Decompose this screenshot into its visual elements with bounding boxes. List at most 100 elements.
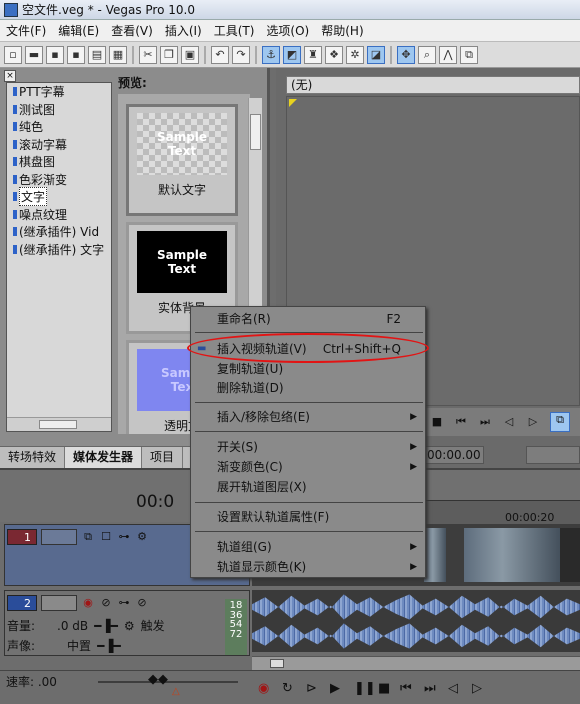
menu-item-switches[interactable]: 开关(S) ▶ xyxy=(191,437,425,457)
previous-frame-icon[interactable]: ◁ xyxy=(448,681,458,696)
go-to-start-icon[interactable]: ⏮ xyxy=(400,681,412,696)
ignore-grouping-icon[interactable]: ❖ xyxy=(325,45,343,64)
menu-options[interactable]: 选项(O) xyxy=(260,20,315,42)
snap-icon[interactable]: ⚓ xyxy=(262,45,280,64)
redo-icon[interactable]: ↷ xyxy=(232,45,250,64)
split-tool-icon[interactable]: ⧉ xyxy=(460,45,478,64)
record-icon[interactable]: ◉ xyxy=(258,681,269,696)
zoom-tool-icon[interactable]: ⌕ xyxy=(418,45,436,64)
selection-tool-icon[interactable]: ◪ xyxy=(367,45,385,64)
save-icon[interactable]: ▪ xyxy=(46,45,64,64)
properties-icon[interactable]: ▦ xyxy=(109,45,127,64)
next-frame-icon[interactable]: ▷ xyxy=(472,681,482,696)
audio-track-header[interactable]: 2 ◉ ⊘ ⊶ ⊘ 音量: .0 dB ━▐━ ⚙ 触发 声像: 中置 ━▐━ … xyxy=(4,590,250,656)
lock-envelopes-icon[interactable]: ♜ xyxy=(304,45,322,64)
play-icon[interactable]: ▶ xyxy=(330,681,340,696)
menu-item-fade-colors[interactable]: 渐变颜色(C) ▶ xyxy=(191,457,425,477)
compositing-icon[interactable]: ⚙ xyxy=(135,530,149,544)
normal-edit-tool-icon[interactable]: ✥ xyxy=(397,45,415,64)
tab-transitions[interactable]: 转场特效 xyxy=(0,447,66,468)
tree-item-legacy-text[interactable]: (继承插件) 文字 xyxy=(7,241,111,259)
menu-item-label: 渐变颜色(C) xyxy=(217,460,283,474)
loop-playback-icon[interactable]: ↻ xyxy=(282,681,293,696)
stop-icon[interactable]: ■ xyxy=(430,415,444,429)
menu-tools[interactable]: 工具(T) xyxy=(208,20,261,42)
preview-dropdown[interactable]: (无) xyxy=(286,76,580,94)
envelope-edit-tool-icon[interactable]: ⋀ xyxy=(439,45,457,64)
tree-item-noise-texture[interactable]: 噪点纹理 xyxy=(7,206,111,224)
track-name-field[interactable] xyxy=(41,529,77,545)
next-frame-icon[interactable]: ▷ xyxy=(526,415,540,429)
pan-row: 声像: 中置 ━▐━ xyxy=(7,637,121,654)
meter-tick: 72 xyxy=(229,628,243,640)
scroll-thumb[interactable] xyxy=(39,420,77,429)
tab-project[interactable]: 项目 xyxy=(142,447,184,468)
go-to-end-icon[interactable]: ⏭ xyxy=(478,415,492,429)
copy-icon[interactable]: ❐ xyxy=(160,45,178,64)
tree-horizontal-scrollbar[interactable] xyxy=(7,417,111,431)
menu-separator xyxy=(195,402,423,403)
menu-file[interactable]: 文件(F) xyxy=(0,20,52,42)
video-clip[interactable] xyxy=(424,528,446,582)
rate-slider[interactable] xyxy=(98,681,238,683)
tree-item-test-pattern[interactable]: 测试图 xyxy=(7,101,111,119)
tree-item-checkerboard[interactable]: 棋盘图 xyxy=(7,153,111,171)
cut-icon[interactable]: ✂ xyxy=(139,45,157,64)
timeline-horizontal-scrollbar[interactable] xyxy=(252,656,580,670)
close-icon[interactable]: × xyxy=(4,70,16,82)
stop-icon[interactable]: ■ xyxy=(378,681,390,696)
track-motion-icon[interactable]: ⧉ xyxy=(81,530,95,544)
paste-icon[interactable]: ▣ xyxy=(181,45,199,64)
menu-item-track-display-color[interactable]: 轨道显示颜色(K) ▶ xyxy=(191,557,425,577)
arm-record-icon[interactable]: ◉ xyxy=(81,596,95,610)
menu-item-insert-remove-envelope[interactable]: 插入/移除包络(E) ▶ xyxy=(191,407,425,427)
menu-item-expand-track-layers[interactable]: 展开轨道图层(X) xyxy=(191,477,425,497)
menu-edit[interactable]: 编辑(E) xyxy=(52,20,105,42)
new-file-icon[interactable]: ▫ xyxy=(4,45,22,64)
go-to-end-icon[interactable]: ⏭ xyxy=(424,681,436,696)
menu-item-rename[interactable]: 重命名(R) F2 xyxy=(191,309,425,329)
previous-frame-icon[interactable]: ◁ xyxy=(502,415,516,429)
preset-default-text[interactable]: Sample Text 默认文字 xyxy=(126,104,238,216)
scroll-thumb[interactable] xyxy=(250,114,261,150)
tree-item-solid-color[interactable]: 纯色 xyxy=(7,118,111,136)
pan-slider[interactable]: ━▐━ xyxy=(97,639,121,653)
play-from-start-icon[interactable]: ⊳ xyxy=(306,681,317,696)
tree-item-legacy-video[interactable]: (继承插件) Vid xyxy=(7,223,111,241)
open-folder-icon[interactable]: ▬ xyxy=(25,45,43,64)
menu-insert[interactable]: 插入(I) xyxy=(159,20,208,42)
mute-icon[interactable]: ⊘ xyxy=(99,596,113,610)
tree-item-text[interactable]: 文字 xyxy=(7,187,111,207)
undo-icon[interactable]: ↶ xyxy=(211,45,229,64)
video-clip[interactable] xyxy=(464,528,560,582)
auto-ripple-icon[interactable]: ◩ xyxy=(283,45,301,64)
tree-item-ptt[interactable]: PTT字幕 xyxy=(7,83,111,101)
track-name-field[interactable] xyxy=(41,595,77,611)
composite-mode-icon[interactable]: ⊶ xyxy=(117,530,131,544)
tree-item-color-gradient[interactable]: 色彩渐变 xyxy=(7,171,111,189)
tab-media-generators[interactable]: 媒体发生器 xyxy=(65,447,143,468)
save-as-icon[interactable]: ▪ xyxy=(67,45,85,64)
render-icon[interactable]: ▤ xyxy=(88,45,106,64)
volume-slider[interactable]: ━▐━ xyxy=(94,619,118,633)
copy-snapshot-icon[interactable]: ⧉ xyxy=(550,412,570,432)
menu-help[interactable]: 帮助(H) xyxy=(315,20,369,42)
menu-item-delete-track[interactable]: 删除轨道(D) xyxy=(191,378,425,398)
pause-icon[interactable]: ❚❚ xyxy=(354,681,376,696)
video-clip[interactable] xyxy=(560,528,580,582)
scroll-thumb[interactable] xyxy=(270,659,284,668)
track-fx-icon[interactable]: ⊶ xyxy=(117,596,131,610)
track-fx-icon[interactable]: ☐ xyxy=(99,530,113,544)
envelope-tool-icon[interactable]: ✲ xyxy=(346,45,364,64)
menu-view[interactable]: 查看(V) xyxy=(105,20,159,42)
rate-slider-thumb-icon[interactable]: ◆◆ xyxy=(148,672,168,687)
preset-thumbnail: Sample Text xyxy=(137,231,227,293)
go-to-start-icon[interactable]: ⏮ xyxy=(454,415,468,429)
trigger-icon[interactable]: ⚙ xyxy=(124,619,135,633)
audio-track-lane[interactable] xyxy=(252,590,580,652)
menu-item-set-default-track-properties[interactable]: 设置默认轨道属性(F) xyxy=(191,507,425,527)
solo-icon[interactable]: ⊘ xyxy=(135,596,149,610)
menu-item-track-group[interactable]: 轨道组(G) ▶ xyxy=(191,537,425,557)
sample-text-line: Sample xyxy=(156,130,208,144)
tree-item-credit-roll[interactable]: 滚动字幕 xyxy=(7,136,111,154)
